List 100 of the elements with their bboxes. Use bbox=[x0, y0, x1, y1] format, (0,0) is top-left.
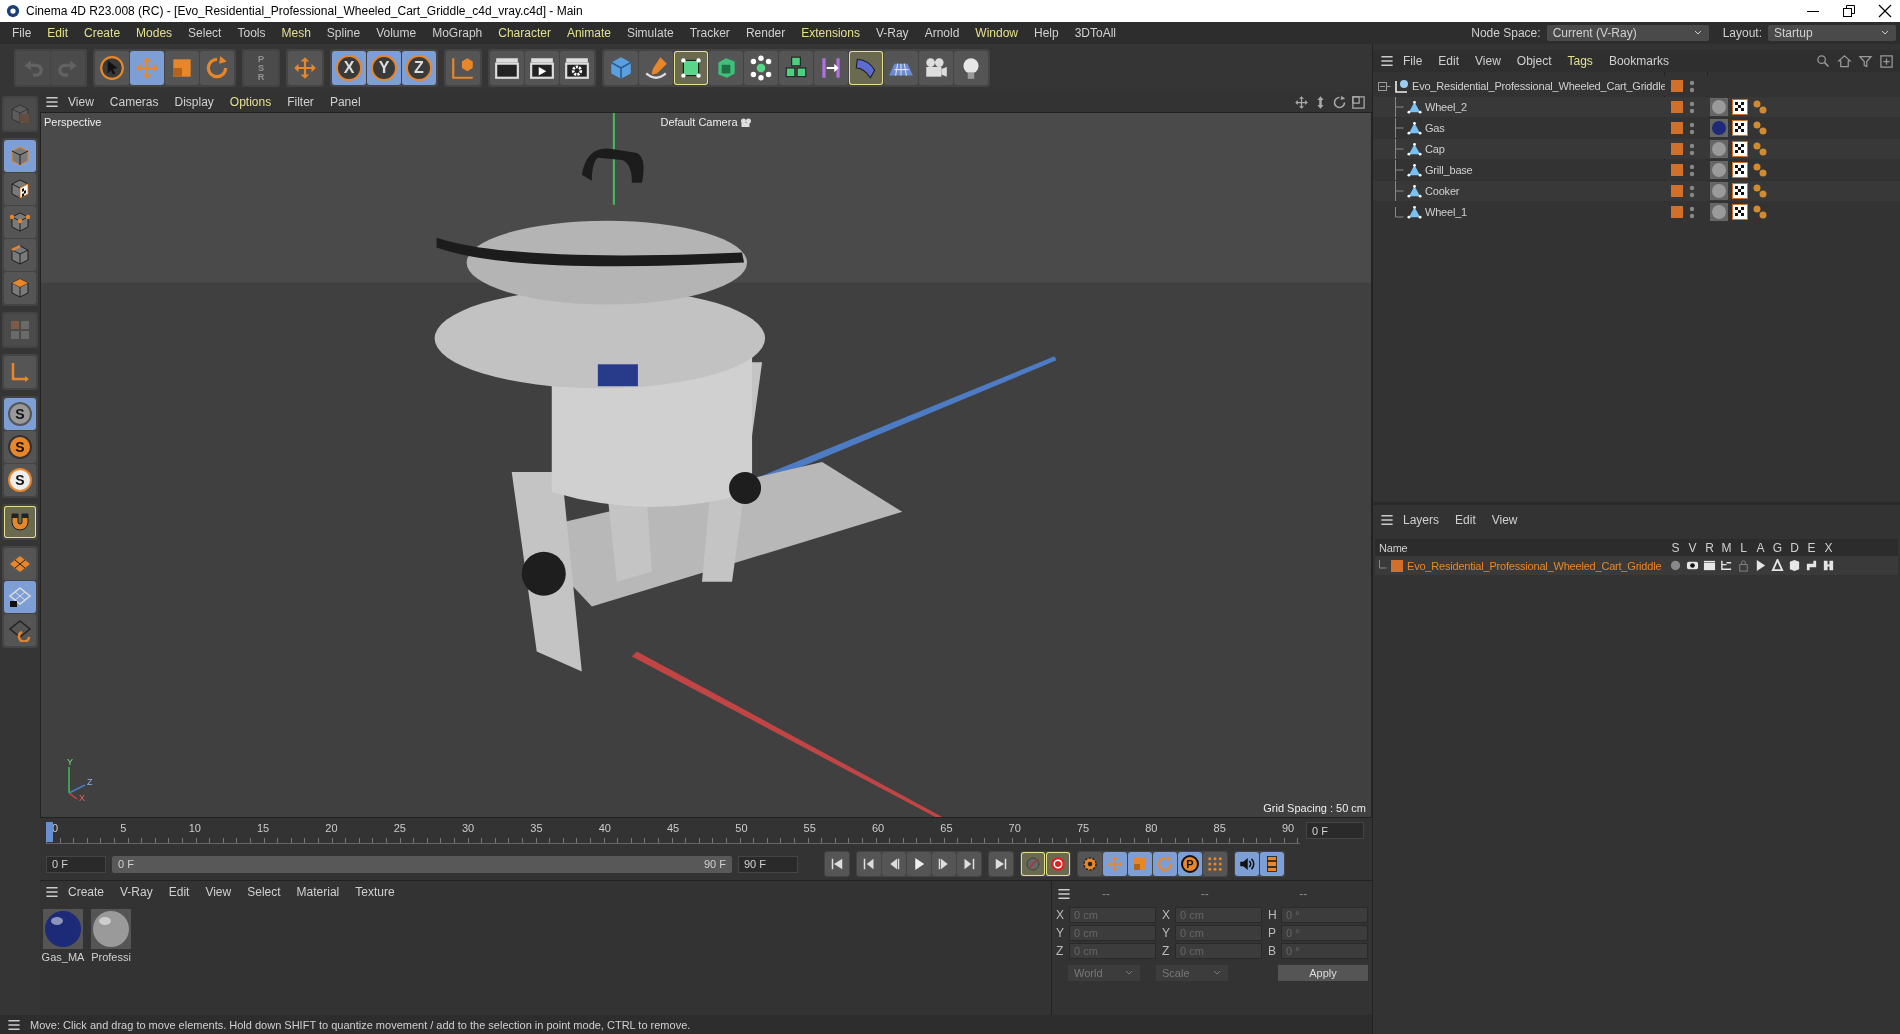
deformer-button[interactable] bbox=[849, 51, 883, 85]
new-window-button[interactable] bbox=[1879, 53, 1894, 69]
menu-item[interactable]: View bbox=[197, 885, 240, 899]
parameter-key-button[interactable]: P bbox=[1178, 852, 1202, 876]
move-button[interactable] bbox=[288, 51, 322, 85]
move-view-button[interactable] bbox=[1294, 94, 1309, 110]
menu-item[interactable]: Select bbox=[180, 26, 230, 40]
menu-item[interactable]: Mesh bbox=[273, 26, 319, 40]
object-name[interactable]: Wheel_1 bbox=[1425, 206, 1467, 218]
object-name[interactable]: Gas bbox=[1425, 122, 1445, 134]
object-name[interactable]: Cap bbox=[1425, 143, 1445, 155]
workplane-lock-button[interactable] bbox=[4, 581, 36, 613]
light-bulb-button[interactable] bbox=[954, 51, 988, 85]
subdivision-button[interactable] bbox=[674, 51, 708, 85]
collapse-toggle[interactable] bbox=[1377, 79, 1391, 93]
menu-item[interactable]: View bbox=[60, 95, 102, 109]
menu-item[interactable]: Layers bbox=[1395, 513, 1448, 527]
current-frame-field[interactable]: 0 F bbox=[1306, 822, 1364, 839]
previous-key-button[interactable] bbox=[857, 852, 881, 876]
menu-item[interactable]: Texture bbox=[347, 885, 403, 899]
menu-item[interactable]: Arnold bbox=[916, 26, 968, 40]
menu-item[interactable]: Options bbox=[221, 95, 280, 109]
axis-lock-button[interactable]: Z bbox=[402, 51, 436, 85]
apply-button[interactable]: Apply bbox=[1278, 965, 1368, 981]
object-name[interactable]: Evo_Residential_Professional_Wheeled_Cart_Griddle bbox=[1412, 80, 1665, 92]
menu-item[interactable]: Bookmarks bbox=[1600, 54, 1677, 68]
object-name[interactable]: Grill_base bbox=[1425, 164, 1473, 176]
record-button[interactable] bbox=[1046, 852, 1070, 876]
snap-button[interactable]: S bbox=[4, 464, 36, 496]
coordinate-system-button[interactable] bbox=[446, 51, 480, 85]
workplane-sync-button[interactable] bbox=[4, 614, 36, 646]
axis-mode-button[interactable] bbox=[4, 356, 36, 388]
maximize-view-button[interactable] bbox=[1351, 94, 1366, 110]
start-frame-field[interactable]: 0 F bbox=[46, 855, 106, 873]
render-button[interactable] bbox=[525, 51, 559, 85]
texture-mode-button[interactable] bbox=[4, 173, 36, 205]
menu-item[interactable]: Panel bbox=[321, 95, 369, 109]
dropdown[interactable]: Startup bbox=[1768, 25, 1896, 41]
menu-item[interactable]: Tags bbox=[1559, 54, 1601, 68]
autokey-button[interactable] bbox=[1021, 852, 1045, 876]
material-swatch[interactable]: Gas_MA bbox=[42, 909, 84, 963]
camera-button[interactable] bbox=[919, 51, 953, 85]
rotate-view-button[interactable] bbox=[1332, 94, 1347, 110]
menu-item[interactable]: Animate bbox=[558, 26, 619, 40]
menu-item[interactable]: Create bbox=[76, 26, 129, 40]
menu-item[interactable]: 3DToAll bbox=[1066, 26, 1125, 40]
menu-item[interactable]: Tracker bbox=[681, 26, 738, 40]
menu-item[interactable]: Tools bbox=[229, 26, 274, 40]
menu-item[interactable]: Edit bbox=[160, 885, 198, 899]
menu-item[interactable]: Object bbox=[1508, 54, 1560, 68]
menu-item[interactable]: View bbox=[1483, 513, 1526, 527]
object-name[interactable]: Wheel_2 bbox=[1425, 101, 1467, 113]
menu-item[interactable]: Select bbox=[239, 885, 289, 899]
scale-button[interactable] bbox=[165, 51, 199, 85]
rotate-button[interactable] bbox=[200, 51, 234, 85]
sound-button[interactable] bbox=[1235, 852, 1259, 876]
menu-item[interactable]: Extensions bbox=[793, 26, 868, 40]
menu-item[interactable]: Help bbox=[1026, 26, 1067, 40]
axis-lock-button[interactable]: X bbox=[332, 51, 366, 85]
menu-item[interactable]: File bbox=[4, 26, 40, 40]
menu-item[interactable]: View bbox=[1467, 54, 1509, 68]
menu-item[interactable]: Spline bbox=[318, 26, 369, 40]
object-name[interactable]: Cooker bbox=[1425, 185, 1460, 197]
cloner-button[interactable] bbox=[744, 51, 778, 85]
play-button[interactable] bbox=[907, 852, 931, 876]
go-to-start-button[interactable] bbox=[825, 852, 849, 876]
home-button[interactable] bbox=[1837, 53, 1852, 69]
menu-item[interactable]: Edit bbox=[39, 26, 77, 40]
pen-button[interactable] bbox=[639, 51, 673, 85]
menu-item[interactable]: Window bbox=[967, 26, 1026, 40]
menu-item[interactable]: V-Ray bbox=[112, 885, 161, 899]
film-button[interactable] bbox=[1260, 852, 1284, 876]
restore-button[interactable] bbox=[1842, 4, 1856, 18]
previous-frame-button[interactable] bbox=[882, 852, 906, 876]
menu-item[interactable]: Render bbox=[737, 26, 794, 40]
eye-toggle[interactable] bbox=[1684, 559, 1701, 572]
snap-button[interactable]: S bbox=[4, 398, 36, 430]
points-mode-button[interactable] bbox=[4, 206, 36, 238]
generator-toggle[interactable] bbox=[1769, 559, 1786, 572]
end-frame-field[interactable]: 90 F bbox=[738, 855, 798, 873]
menu-item[interactable]: Edit bbox=[1447, 513, 1484, 527]
render-view-button[interactable] bbox=[490, 51, 524, 85]
cubes-button[interactable] bbox=[779, 51, 813, 85]
menu-item[interactable]: Character bbox=[490, 26, 559, 40]
polygons-mode-button[interactable] bbox=[4, 272, 36, 304]
dropdown[interactable]: Current (V-Ray) bbox=[1546, 25, 1709, 41]
cursor-button[interactable] bbox=[95, 51, 129, 85]
menu-item[interactable]: Display bbox=[166, 95, 222, 109]
next-key-button[interactable] bbox=[957, 852, 981, 876]
search-button[interactable] bbox=[1816, 53, 1831, 69]
menu-item[interactable]: Simulate bbox=[618, 26, 682, 40]
axis-lock-button[interactable]: Y bbox=[367, 51, 401, 85]
menu-item[interactable]: V-Ray bbox=[867, 26, 917, 40]
menu-item[interactable]: Cameras bbox=[101, 95, 167, 109]
menu-item[interactable]: Filter bbox=[279, 95, 322, 109]
snap-button[interactable]: S bbox=[4, 431, 36, 463]
menu-item[interactable]: Volume bbox=[368, 26, 425, 40]
menu-item[interactable]: Edit bbox=[1430, 54, 1468, 68]
menu-item[interactable]: File bbox=[1395, 54, 1431, 68]
render-settings-button[interactable] bbox=[560, 51, 594, 85]
